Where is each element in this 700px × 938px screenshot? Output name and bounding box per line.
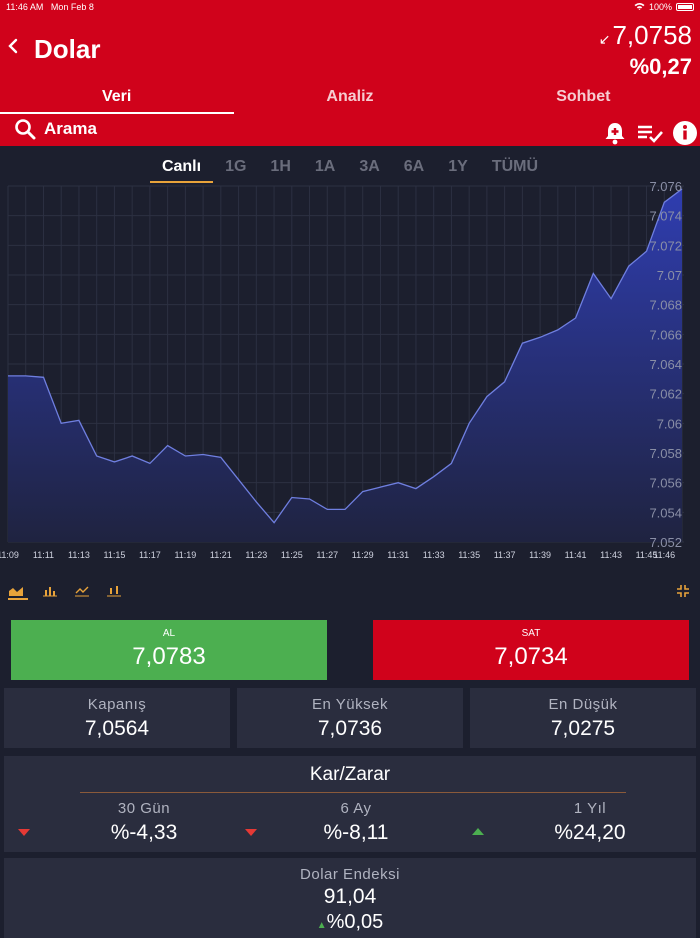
- y-tick-label: 7.054: [649, 505, 682, 520]
- buy-button[interactable]: AL 7,0783: [11, 620, 327, 680]
- status-bar: 11:46 AM Mon Feb 8 100%: [0, 0, 700, 14]
- buy-label: AL: [162, 628, 176, 639]
- x-axis-ticks: 11:09 11:11 11:13 11:15 11:17 11:19 11:21 11:23…: [0, 550, 675, 560]
- x-tick-label: 11:33: [423, 550, 445, 560]
- stat-label: Kapanış: [87, 696, 147, 713]
- y-tick-label: 7.064: [649, 357, 682, 372]
- y-tick-label: 7.062: [649, 387, 682, 402]
- arrow-down-left-icon: ↙: [598, 31, 611, 47]
- stat-label: En Düşük: [548, 696, 618, 713]
- stat-en-dusuk: En Düşük 7,0275: [470, 688, 696, 748]
- period-value: %-4,33: [110, 821, 178, 844]
- stat-en-yuksek: En Yüksek 7,0736: [237, 688, 463, 748]
- y-tick-label: 7.052: [649, 535, 682, 550]
- endeks-label: Dolar Endeksi: [300, 866, 400, 883]
- x-tick-label: 11:13: [68, 550, 90, 560]
- kar-zarar-title: Kar/Zarar: [309, 764, 391, 785]
- up-arrow-icon: ▲: [316, 920, 327, 931]
- x-tick-label: 11:29: [352, 550, 374, 560]
- period-value: %-8,11: [323, 821, 389, 844]
- status-time-date: 11:46 AM Mon Feb 8: [6, 2, 94, 12]
- battery-icon: [676, 3, 694, 11]
- stat-label: En Yüksek: [312, 696, 388, 713]
- change-percent: %0,27: [629, 54, 692, 79]
- y-tick-label: 7.076: [649, 179, 682, 194]
- x-tick-label: 11:15: [103, 550, 125, 560]
- sell-label: SAT: [521, 628, 541, 639]
- tab-analiz[interactable]: Analiz: [233, 84, 466, 114]
- x-tick-label: 11:21: [210, 550, 232, 560]
- line-chart-icon[interactable]: [74, 584, 94, 600]
- y-tick-label: 7.07: [657, 268, 682, 283]
- down-arrow-icon: [18, 829, 30, 836]
- period-value: %24,20: [554, 821, 626, 844]
- sell-button[interactable]: SAT 7,0734: [373, 620, 689, 680]
- endeks-value: 91,04: [323, 885, 377, 908]
- area-chart-icon[interactable]: [8, 584, 28, 600]
- wifi-icon: [634, 2, 645, 12]
- x-tick-label: 11:39: [529, 550, 551, 560]
- x-tick-label: 11:41: [565, 550, 587, 560]
- collapse-icon[interactable]: [676, 584, 696, 600]
- up-arrow-icon: [472, 828, 484, 835]
- chart-panel: Canlı 1G 1H 1A 3A 6A 1Y TÜMÜ 7.076 7.074 7…: [0, 146, 700, 576]
- kar-zarar-30-gun: 30 Gün %-4,33: [64, 800, 224, 845]
- period-label: 30 Gün: [117, 800, 171, 817]
- tab-veri[interactable]: Veri: [0, 84, 233, 114]
- x-tick-label: 11:23: [245, 550, 267, 560]
- x-tick-label: 11:09: [0, 550, 19, 560]
- y-tick-label: 7.068: [649, 298, 682, 313]
- period-label: 1 Yıl: [573, 800, 607, 817]
- stat-value: 7,0275: [550, 717, 616, 740]
- period-label: 6 Ay: [340, 800, 372, 817]
- status-right: 100%: [634, 2, 694, 12]
- x-tick-label: 11:11: [33, 550, 54, 560]
- x-tick-label: 11:17: [139, 550, 161, 560]
- dolar-endeksi-card: Dolar Endeksi 91,04 ▲%0,05: [4, 858, 696, 938]
- sell-value: 7,0734: [494, 643, 568, 670]
- header: Dolar ↙7,0758 %0,27 Veri Analiz Sohbet A…: [0, 14, 700, 146]
- y-tick-label: 7.058: [649, 446, 682, 461]
- kar-zarar-1-yil: 1 Yıl %24,20: [500, 800, 680, 845]
- x-tick-label: 11:19: [174, 550, 196, 560]
- y-tick-label: 7.056: [649, 476, 682, 491]
- x-tick-label: 11:35: [458, 550, 480, 560]
- active-tab-indicator: [0, 112, 234, 114]
- y-tick-label: 7.074: [649, 209, 682, 224]
- stat-value: 7,0736: [317, 717, 383, 740]
- search-placeholder: Arama: [44, 119, 97, 138]
- price-chart[interactable]: 7.076 7.074 7.072 7.07 7.068 7.066 7.064 7.062 7…: [0, 146, 700, 566]
- search-bar[interactable]: Arama: [14, 118, 97, 140]
- x-tick-label: 11:27: [316, 550, 338, 560]
- chart-type-selector: [0, 576, 700, 612]
- search-icon: [15, 119, 36, 140]
- endeks-change: ▲%0,05: [316, 911, 384, 933]
- tab-sohbet[interactable]: Sohbet: [467, 84, 700, 114]
- x-tick-label: 11:46: [653, 550, 675, 560]
- candle-chart-icon[interactable]: [106, 584, 126, 600]
- current-price: ↙7,0758: [598, 20, 692, 50]
- down-arrow-icon: [245, 829, 257, 836]
- page-title: Dolar: [34, 34, 101, 64]
- stat-kapanis: Kapanış 7,0564: [4, 688, 230, 748]
- buy-value: 7,0783: [132, 643, 206, 670]
- y-tick-label: 7.06: [657, 416, 682, 431]
- chevron-left-icon: [8, 38, 18, 54]
- bar-chart-icon[interactable]: [42, 584, 62, 600]
- battery-percent: 100%: [648, 2, 672, 12]
- divider: [80, 792, 626, 793]
- y-tick-label: 7.066: [649, 327, 682, 342]
- x-tick-label: 11:25: [281, 550, 303, 560]
- y-tick-label: 7.072: [649, 238, 682, 253]
- stat-value: 7,0564: [84, 717, 150, 740]
- kar-zarar-6-ay: 6 Ay %-8,11: [276, 800, 436, 845]
- tab-bar: Veri Analiz Sohbet: [0, 84, 700, 114]
- kar-zarar-card: Kar/Zarar 30 Gün %-4,33 6 Ay %-8,11 1 Yı…: [4, 756, 696, 852]
- back-button[interactable]: [6, 36, 24, 60]
- x-tick-label: 11:31: [387, 550, 409, 560]
- x-tick-label: 11:37: [494, 550, 516, 560]
- x-tick-label: 11:43: [600, 550, 622, 560]
